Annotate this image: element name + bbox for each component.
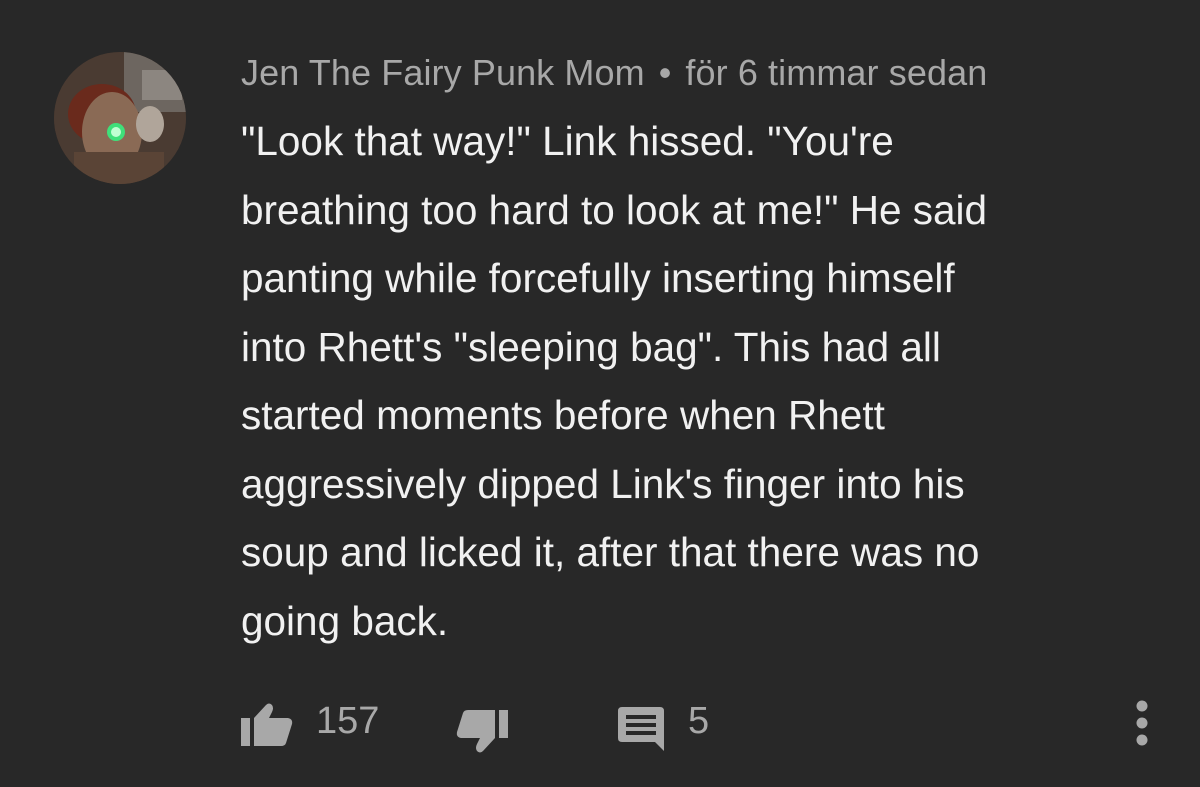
author-name[interactable]: Jen The Fairy Punk Mom	[241, 52, 645, 93]
comment-line: started moments before when Rhett	[241, 392, 885, 438]
separator-dot: •	[658, 52, 672, 93]
comment-line: panting while forcefully inserting himse…	[241, 255, 955, 301]
comment-line: "Look that way!" Link hissed. "You're	[241, 118, 894, 164]
thumbs-down-icon[interactable]	[456, 710, 508, 754]
comment-line: into Rhett's "sleeping bag". This had al…	[241, 323, 941, 370]
comment-header: Jen The Fairy Punk Mom • för 6 timmar seda…	[241, 52, 987, 94]
reply-count: 5	[688, 700, 710, 742]
avatar-image	[54, 52, 186, 184]
comment-line: soup and licked it, after that there was…	[241, 529, 980, 575]
comment-actions: 157 5	[0, 692, 1200, 762]
comment-line: going back.	[241, 597, 449, 644]
like-count: 157	[316, 700, 380, 742]
author-avatar[interactable]	[54, 52, 186, 184]
comment-text: "Look that way!" Link hissed. "You're br…	[241, 107, 1141, 655]
comment-line: breathing too hard to look at me!" He sa…	[241, 186, 988, 233]
comment-line: aggressively dipped Link's finger into h…	[241, 460, 965, 507]
thumbs-up-icon[interactable]	[241, 702, 293, 746]
more-vert-icon[interactable]	[1132, 700, 1152, 746]
comment-icon[interactable]	[618, 707, 664, 751]
timestamp[interactable]: för 6 timmar sedan	[685, 52, 987, 93]
